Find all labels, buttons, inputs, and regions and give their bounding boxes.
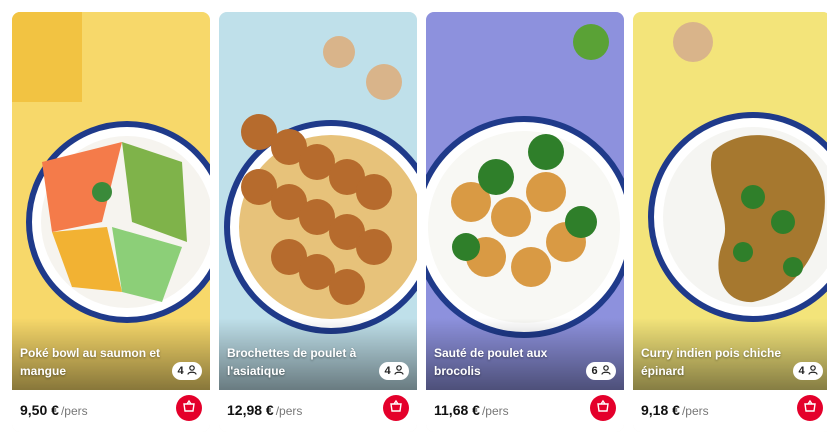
basket-icon <box>803 399 817 418</box>
price: 9,18 €/pers <box>641 402 709 418</box>
basket-icon <box>182 399 196 418</box>
title-overlay: Poké bowl au saumon et mangue 4 <box>12 318 210 390</box>
add-to-cart-button[interactable] <box>590 395 616 421</box>
card-footer: 12,98 €/pers <box>219 390 417 432</box>
price-value: 9,18 € <box>641 402 680 418</box>
recipe-title[interactable]: Sauté de poulet aux brocolis <box>434 344 576 380</box>
person-icon <box>393 364 404 378</box>
person-icon <box>600 364 611 378</box>
portion-badge: 4 <box>172 362 202 380</box>
recipe-title[interactable]: Curry indien pois chiche épinard <box>641 344 783 380</box>
price-unit: /pers <box>681 404 709 418</box>
recipe-card[interactable]: Poké bowl au saumon et mangue 4 9,50 €/p… <box>12 12 210 432</box>
basket-icon <box>389 399 403 418</box>
portion-badge: 4 <box>793 362 823 380</box>
basket-icon <box>596 399 610 418</box>
recipe-card[interactable]: Brochettes de poulet à l'asiatique 4 12,… <box>219 12 417 432</box>
card-footer: 11,68 €/pers <box>426 390 624 432</box>
title-overlay: Curry indien pois chiche épinard 4 <box>633 318 827 390</box>
card-footer: 9,50 €/pers <box>12 390 210 432</box>
add-to-cart-button[interactable] <box>383 395 409 421</box>
price: 11,68 €/pers <box>434 402 509 418</box>
card-footer: 9,18 €/pers <box>633 390 827 432</box>
recipe-title[interactable]: Brochettes de poulet à l'asiatique <box>227 344 369 380</box>
price-unit: /pers <box>275 404 303 418</box>
title-overlay: Sauté de poulet aux brocolis 6 <box>426 318 624 390</box>
price: 12,98 €/pers <box>227 402 302 418</box>
price-value: 11,68 € <box>434 402 480 418</box>
portion-count: 4 <box>177 365 184 377</box>
portion-badge: 6 <box>586 362 616 380</box>
portion-count: 4 <box>798 365 805 377</box>
price-value: 12,98 € <box>227 402 274 418</box>
portion-count: 4 <box>384 365 391 377</box>
recipe-card[interactable]: Curry indien pois chiche épinard 4 9,18 … <box>633 12 827 432</box>
person-icon <box>186 364 197 378</box>
price-unit: /pers <box>481 404 509 418</box>
recipe-card[interactable]: Sauté de poulet aux brocolis 6 11,68 €/p… <box>426 12 624 432</box>
recipe-carousel: Poké bowl au saumon et mangue 4 9,50 €/p… <box>0 0 827 441</box>
recipe-title[interactable]: Poké bowl au saumon et mangue <box>20 344 162 380</box>
price-unit: /pers <box>60 404 88 418</box>
portion-badge: 4 <box>379 362 409 380</box>
add-to-cart-button[interactable] <box>176 395 202 421</box>
price-value: 9,50 € <box>20 402 59 418</box>
price: 9,50 €/pers <box>20 402 88 418</box>
title-overlay: Brochettes de poulet à l'asiatique 4 <box>219 318 417 390</box>
portion-count: 6 <box>591 365 598 377</box>
person-icon <box>807 364 818 378</box>
add-to-cart-button[interactable] <box>797 395 823 421</box>
